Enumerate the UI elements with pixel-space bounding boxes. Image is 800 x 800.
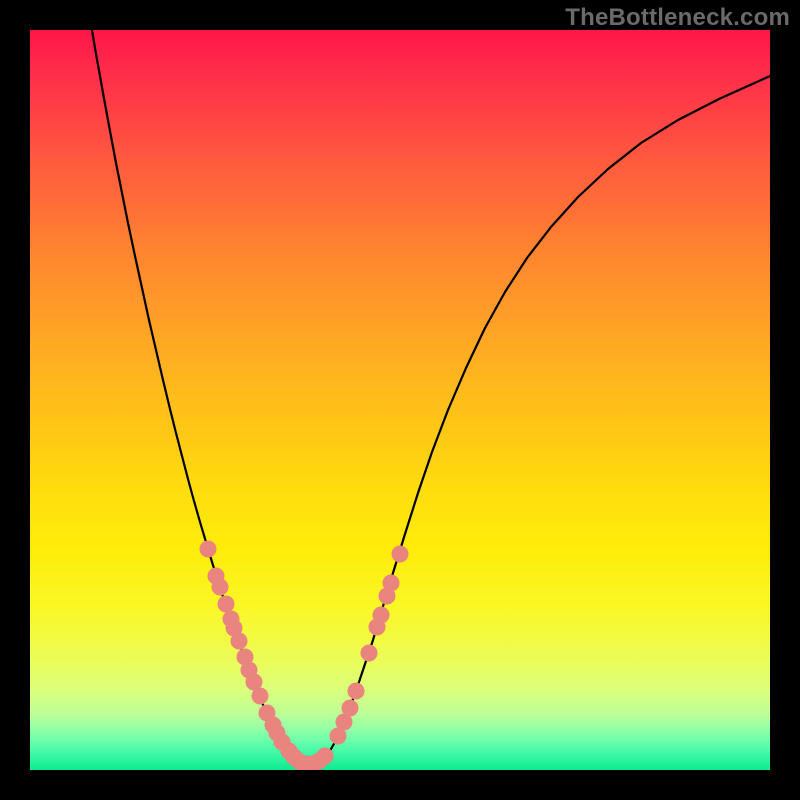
data-marker: [373, 607, 389, 623]
watermark-label: TheBottleneck.com: [565, 4, 790, 32]
data-marker: [383, 575, 399, 591]
data-marker: [317, 748, 333, 764]
data-marker: [231, 633, 247, 649]
plot-area: [30, 30, 770, 770]
data-marker: [218, 596, 234, 612]
data-marker: [252, 688, 268, 704]
data-marker: [212, 579, 228, 595]
data-marker: [361, 645, 377, 661]
data-marker: [392, 546, 408, 562]
chart-stage: TheBottleneck.com: [0, 0, 800, 800]
data-marker: [200, 541, 216, 557]
bottleneck-curve: [92, 30, 770, 764]
data-marker: [342, 700, 358, 716]
data-markers-group: [200, 541, 408, 770]
data-marker: [348, 683, 364, 699]
chart-svg: [30, 30, 770, 770]
